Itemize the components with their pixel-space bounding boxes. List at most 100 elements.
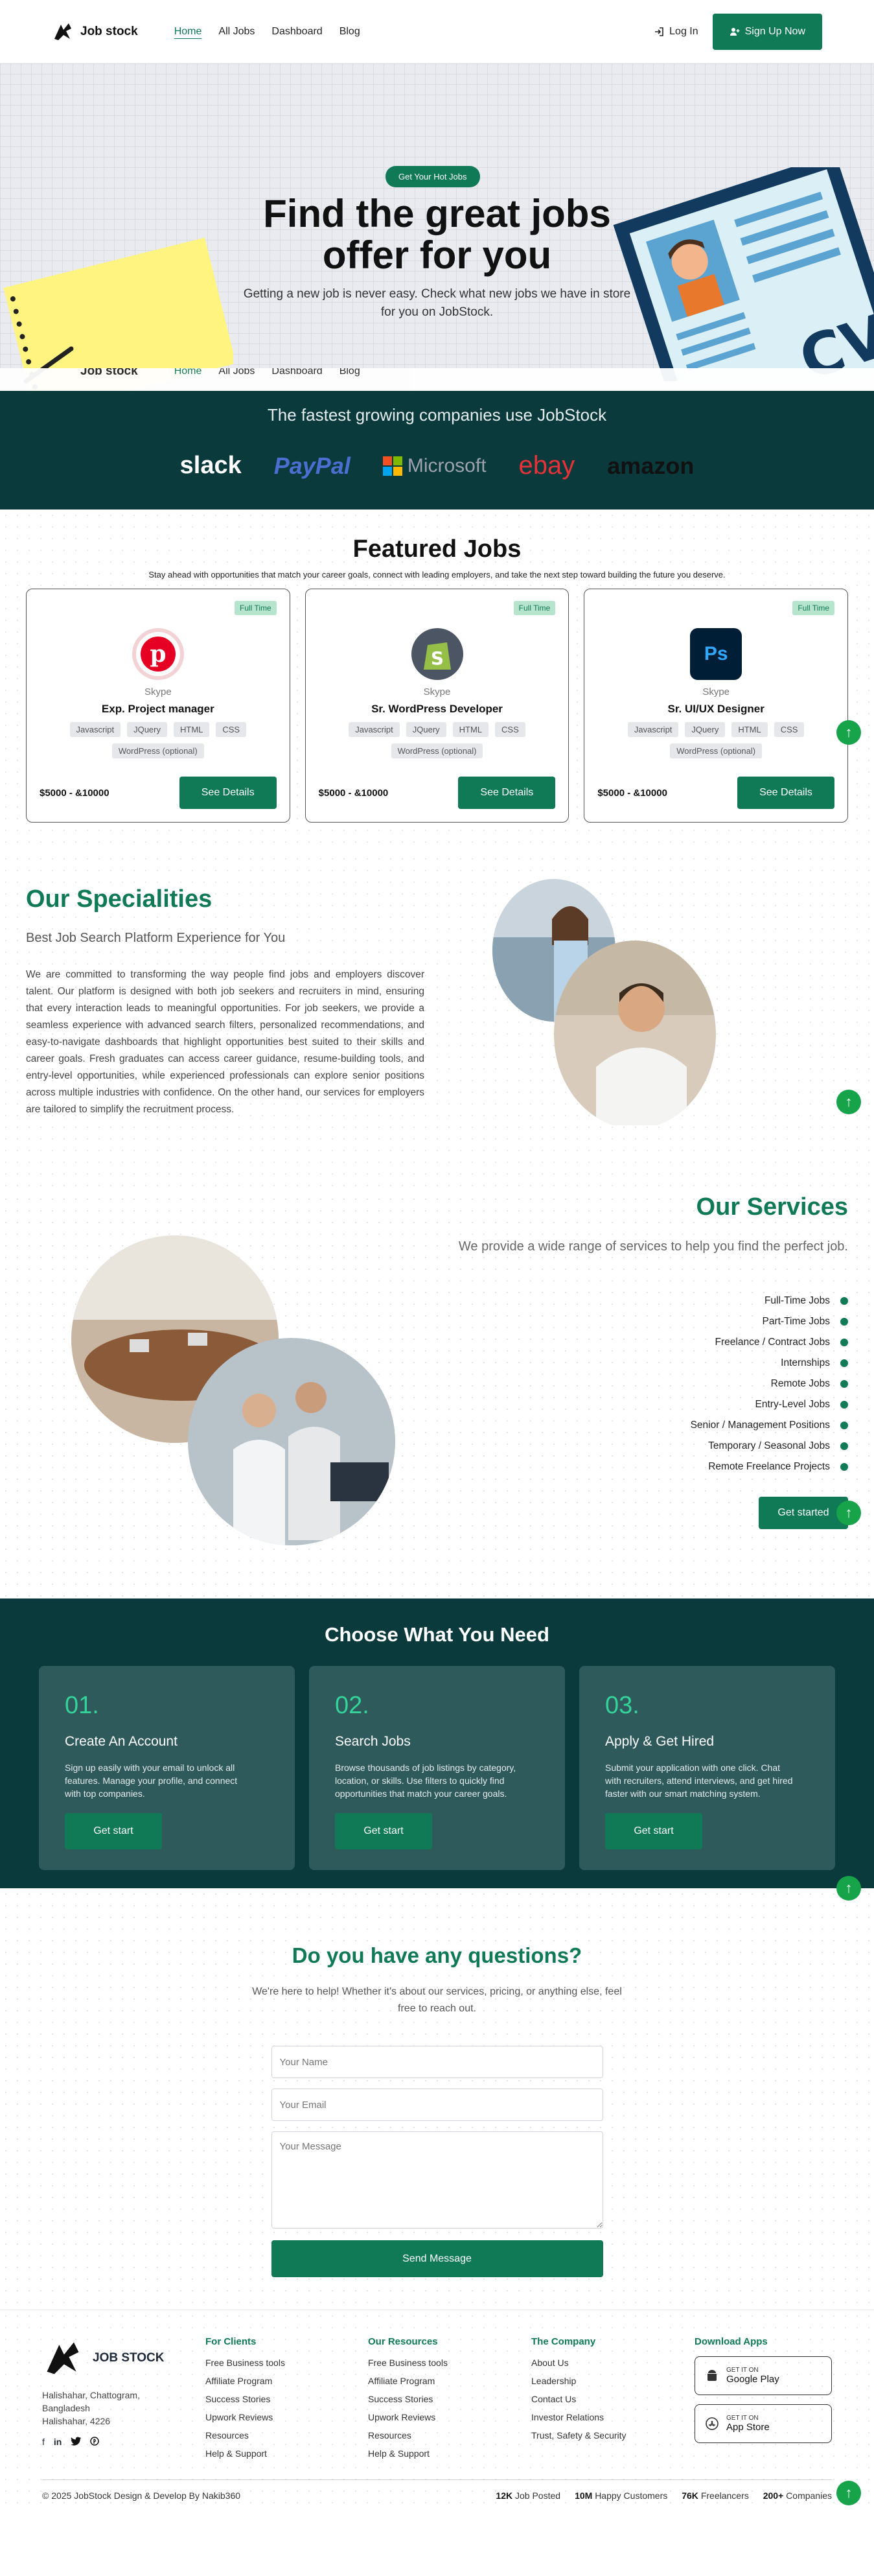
stat-customers: 10M Happy Customers [575,2490,667,2501]
step-title: Search Jobs [335,1734,411,1749]
specialities-subtitle: Best Job Search Platform Experience for … [26,931,286,945]
pinterest-icon[interactable] [90,2437,100,2446]
footer-logo[interactable]: JOB STOCK [42,2339,165,2377]
footer-link[interactable]: Contact Us [531,2390,627,2408]
name-field[interactable] [271,2046,603,2078]
ghost-nav-home[interactable]: Home [174,368,202,377]
hero-title-line1: Find the great jobs [263,192,611,235]
stat-companies: 200+ Companies [763,2490,832,2501]
ghost-nav-dashboard[interactable]: Dashboard [271,368,322,377]
footer-col-resources: Our Resources Free Business tools Affili… [368,2336,448,2463]
footer-link[interactable]: Success Stories [205,2390,285,2408]
store-small-label: GET IT ON [726,2367,759,2374]
service-label: Remote Jobs [770,1378,830,1389]
google-play-button[interactable]: GET IT ON Google Play [695,2356,832,2395]
logo[interactable]: Job stock [52,22,138,41]
footer-col-title: Our Resources [368,2336,438,2347]
footer-link[interactable]: About Us [531,2354,627,2372]
ebay-logo: ebay [518,451,575,480]
user-plus-icon [730,27,740,36]
services-list: Full-Time Jobs Part-Time Jobs Freelance … [691,1291,848,1477]
see-details-button[interactable]: See Details [458,777,556,809]
footer-brand: JOB STOCK Halishahar, Chattogram, Bangla… [42,2339,165,2447]
message-field[interactable] [271,2131,603,2229]
contact-title: Do you have any questions? [292,1943,582,1967]
nav-link-blog[interactable]: Blog [339,26,360,38]
footer-bottom-bar: © 2025 JobStock Design & Develop By Naki… [42,2479,832,2511]
footer-link[interactable]: Resources [205,2426,285,2444]
footer-link[interactable]: Affiliate Program [368,2372,448,2390]
scroll-to-top-button[interactable]: ↑ [836,1501,861,1525]
get-start-button[interactable]: Get start [605,1813,702,1849]
scroll-to-top-button[interactable]: ↑ [836,2481,861,2505]
service-label: Freelance / Contract Jobs [715,1337,830,1348]
footer-link[interactable]: Investor Relations [531,2408,627,2426]
svg-text:S: S [430,648,443,669]
job-type-badge: Full Time [513,601,556,615]
step-number: 01. [65,1692,99,1719]
login-icon [655,27,663,36]
step-card: 01. Create An Account Sign up easily wit… [39,1666,295,1870]
get-start-button[interactable]: Get start [335,1813,432,1849]
company-name: Skype [702,686,730,697]
service-item: Remote Freelance Projects [691,1457,848,1477]
footer-link[interactable]: Leadership [531,2372,627,2390]
footer: JOB STOCK Halishahar, Chattogram, Bangla… [0,2310,874,2511]
footer-link[interactable]: Trust, Safety & Security [531,2426,627,2444]
bullet-dot-icon [840,1359,848,1367]
get-started-button[interactable]: Get started [759,1497,848,1529]
email-field[interactable] [271,2089,603,2121]
see-details-button[interactable]: See Details [179,777,277,809]
signup-label: Sign Up Now [744,25,805,37]
skill-tag: WordPress (optional) [391,744,483,758]
footer-link[interactable]: Free Business tools [205,2354,285,2372]
stat-value: 200+ [763,2490,784,2501]
specialities-title: Our Specialities [26,885,213,913]
footer-link[interactable]: Upwork Reviews [205,2408,285,2426]
step-card: 03. Apply & Get Hired Submit your applic… [579,1666,835,1870]
facebook-icon[interactable]: f [42,2437,45,2447]
scroll-to-top-button[interactable]: ↑ [836,1090,861,1114]
salary-range: $5000 - &10000 [318,787,389,799]
signup-button[interactable]: Sign Up Now [712,13,822,50]
stat-jobs: 12K Job Posted [496,2490,560,2501]
send-message-button[interactable]: Send Message [271,2240,603,2277]
step-text: Submit your application with one click. … [605,1762,793,1799]
skill-tag: CSS [495,722,525,737]
linkedin-icon[interactable]: in [54,2437,62,2447]
nav-link-all-jobs[interactable]: All Jobs [218,26,255,38]
scroll-to-top-button[interactable]: ↑ [836,720,861,745]
job-type-badge: Full Time [792,601,835,615]
ghost-nav-all-jobs[interactable]: All Jobs [218,368,255,377]
login-link[interactable]: Log In [654,26,698,38]
sticky-navbar-ghost: Job stock Home All Jobs Dashboard Blog [0,368,874,391]
footer-link[interactable]: Resources [368,2426,448,2444]
footer-link[interactable]: Help & Support [205,2444,285,2463]
see-details-button[interactable]: See Details [737,777,835,809]
skill-tag: Javascript [627,722,679,737]
app-store-button[interactable]: GET IT ON App Store [695,2404,832,2443]
footer-link[interactable]: Upwork Reviews [368,2408,448,2426]
skill-tag: JQuery [127,722,167,737]
companies-heading: The fastest growing companies use JobSto… [267,405,607,425]
footer-address: Halishahar, Chattogram, Bangladesh Halis… [42,2389,165,2428]
nav-links: Home All Jobs Dashboard Blog [174,26,360,38]
job-type-badge: Full Time [234,601,277,615]
choose-section: Choose What You Need 01. Create An Accou… [0,1598,874,1901]
ghost-nav-blog[interactable]: Blog [339,368,360,377]
footer-link[interactable]: Success Stories [368,2390,448,2408]
get-start-button[interactable]: Get start [65,1813,162,1849]
footer-link[interactable]: Help & Support [368,2444,448,2463]
twitter-icon[interactable] [71,2437,82,2446]
choose-title: Choose What You Need [325,1623,549,1646]
featured-jobs-section: Featured Jobs Stay ahead with opportunit… [0,509,874,853]
nav-link-home[interactable]: Home [174,26,202,38]
logo-icon [47,2342,79,2374]
footer-link[interactable]: Free Business tools [368,2354,448,2372]
store-label: Google Play [726,2374,779,2385]
specialities-section: Our Specialities Best Job Search Platfor… [0,853,874,1193]
scroll-to-top-button[interactable]: ↑ [836,1876,861,1901]
footer-link[interactable]: Affiliate Program [205,2372,285,2390]
skill-tags: Javascript JQuery HTML CSS WordPress (op… [584,722,847,758]
nav-link-dashboard[interactable]: Dashboard [271,26,322,38]
